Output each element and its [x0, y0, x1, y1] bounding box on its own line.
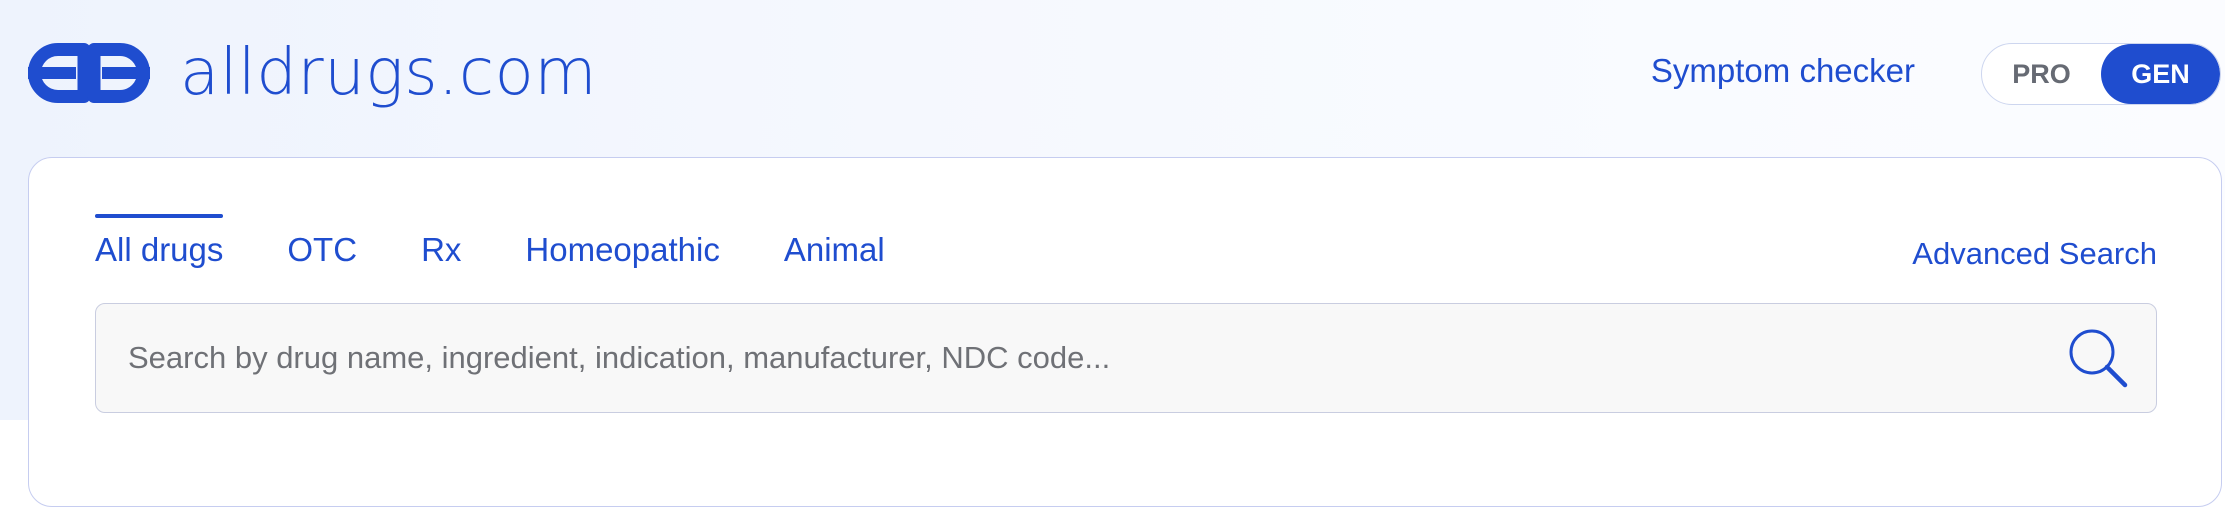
advanced-search-link[interactable]: Advanced Search	[1912, 234, 2157, 274]
toggle-option-pro[interactable]: PRO	[1982, 44, 2101, 104]
search-button[interactable]	[2064, 324, 2134, 394]
tab-animal[interactable]: Animal	[784, 214, 885, 270]
brand-name: alldrugs.com	[180, 36, 598, 110]
pro-gen-toggle[interactable]: PRO GEN	[1981, 43, 2221, 105]
tab-homeopathic[interactable]: Homeopathic	[525, 214, 719, 270]
search-icon	[2069, 329, 2128, 388]
symptom-checker-link[interactable]: Symptom checker	[1651, 48, 1915, 94]
search-card: All drugs OTC Rx Homeopathic Animal Adva…	[28, 157, 2222, 507]
tab-rx[interactable]: Rx	[421, 214, 461, 270]
search-input[interactable]	[96, 304, 2156, 412]
toggle-option-gen[interactable]: GEN	[2101, 44, 2220, 104]
page: alldrugs.com Symptom checker PRO GEN All…	[0, 0, 2225, 528]
tab-otc[interactable]: OTC	[287, 214, 357, 270]
alldrugs-logo-icon	[28, 43, 150, 103]
brand-logo-link[interactable]: alldrugs.com	[28, 36, 597, 110]
drug-category-tabs: All drugs OTC Rx Homeopathic Animal	[95, 214, 949, 270]
search-box	[95, 303, 2157, 413]
tab-all-drugs[interactable]: All drugs	[95, 214, 224, 270]
